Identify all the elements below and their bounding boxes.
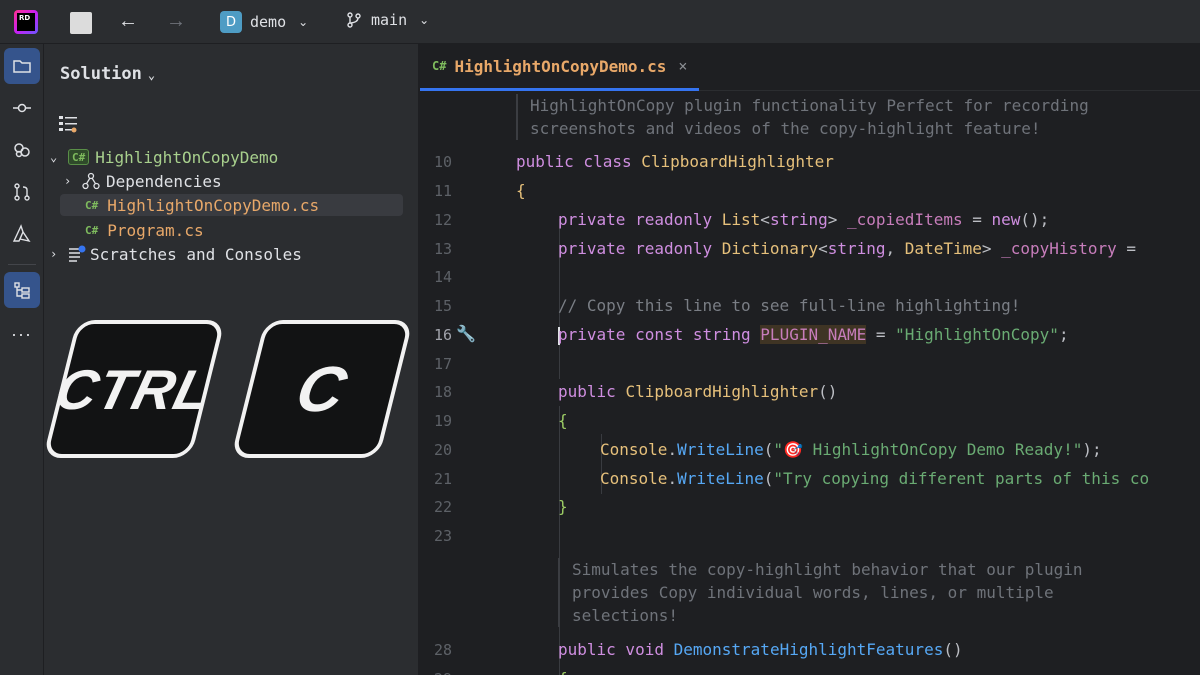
tree-item-label: HighlightOnCopyDemo <box>95 147 279 167</box>
line-number: 28 <box>433 641 452 659</box>
chevron-down-icon: ⌄ <box>419 13 430 27</box>
line-number: 15 <box>433 297 452 315</box>
strip-divider <box>8 264 36 265</box>
chevron-down-icon: ⌄ <box>298 15 309 29</box>
code-line-21: Console.WriteLine("Try copying different… <box>600 469 1150 488</box>
chevron-down-icon: ⌄ <box>50 150 58 164</box>
csharp-file-icon: C# <box>85 198 99 212</box>
packages-icon <box>14 143 30 158</box>
doc-comment-mid: Simulates the copy-highlight behavior th… <box>558 558 1083 627</box>
tree-item-label: HighlightOnCopyDemo.cs <box>107 195 320 215</box>
code-line-28: public void DemonstrateHighlightFeatures… <box>558 640 963 659</box>
tree-item-dependencies[interactable]: › Dependencies <box>64 170 222 192</box>
csharp-file-icon: C# <box>432 59 447 73</box>
line-number: 22 <box>433 498 452 516</box>
line-number: 21 <box>433 470 452 488</box>
indent-guide <box>559 406 560 675</box>
code-line-22: } <box>558 497 568 516</box>
code-line-15: // Copy this line to see full-line highl… <box>558 296 1021 315</box>
view-options-icon[interactable] <box>58 114 78 134</box>
code-editor[interactable]: C# HighlightOnCopyDemo.cs × HighlightOnC… <box>420 44 1200 675</box>
line-number: 13 <box>433 240 452 258</box>
code-line-10: public class ClipboardHighlighter <box>516 152 834 171</box>
editor-tab-bar: C# HighlightOnCopyDemo.cs × <box>420 44 1200 91</box>
code-line-29: { <box>558 669 568 675</box>
chevron-right-icon: › <box>50 247 58 261</box>
forward-arrow-icon[interactable]: → <box>166 10 186 33</box>
azure-icon <box>12 224 31 243</box>
folder-icon <box>13 60 31 73</box>
solution-header[interactable]: Solution ⌄ <box>60 64 155 84</box>
commit-tool-button[interactable] <box>4 90 40 126</box>
doc-comment-top: HighlightOnCopy plugin functionality Per… <box>516 94 1089 140</box>
line-number: 29 <box>420 670 452 675</box>
line-number-current: 16 <box>433 326 452 344</box>
project-name: demo <box>250 13 287 31</box>
dependencies-icon <box>82 172 100 190</box>
line-number: 18 <box>433 383 452 401</box>
git-branch-icon <box>347 12 361 28</box>
ctrl-key-label: CTRL <box>49 357 219 421</box>
azure-tool-button[interactable] <box>4 216 40 252</box>
branch-name: main <box>371 11 408 29</box>
branch-selector[interactable]: main ⌄ <box>345 11 429 29</box>
tree-item-highlight-file[interactable]: C# HighlightOnCopyDemo.cs <box>60 194 403 216</box>
line-number: 23 <box>433 527 452 545</box>
line-number: 10 <box>433 153 452 171</box>
main-menu-icon[interactable] <box>70 12 92 34</box>
code-line-12: private readonly List<string> _copiedIte… <box>558 210 1050 229</box>
structure-icon <box>14 282 30 299</box>
tree-item-project[interactable]: ⌄ C# HighlightOnCopyDemo <box>50 146 278 168</box>
chevron-down-icon: ⌄ <box>147 68 156 82</box>
tool-window-strip: ··· <box>0 44 44 675</box>
wrench-icon[interactable]: 🔧 <box>456 324 476 344</box>
csharp-file-icon: C# <box>85 223 99 237</box>
code-line-13: private readonly Dictionary<string, Date… <box>558 239 1136 258</box>
csharp-project-icon: C# <box>68 149 90 165</box>
line-number: 20 <box>433 441 452 459</box>
line-number: 12 <box>433 211 452 229</box>
code-line-16: private const string PLUGIN_NAME = "High… <box>558 325 1069 345</box>
solution-title: Solution <box>60 64 142 84</box>
project-badge: D <box>220 11 242 33</box>
line-number: 17 <box>433 355 452 373</box>
code-line-11: { <box>516 181 526 200</box>
back-arrow-icon[interactable]: ← <box>118 10 138 33</box>
chevron-right-icon: › <box>64 174 72 188</box>
nuget-tool-button[interactable] <box>4 132 40 168</box>
commit-icon <box>13 103 31 113</box>
editor-tab-active[interactable]: C# HighlightOnCopyDemo.cs × <box>420 44 700 91</box>
tree-item-label: Dependencies <box>106 171 222 191</box>
scratches-icon <box>69 245 86 262</box>
c-key-label: C <box>289 353 355 425</box>
code-line-18: public ClipboardHighlighter() <box>558 382 838 401</box>
code-line-20: Console.WriteLine("🎯 HighlightOnCopy Dem… <box>600 440 1102 459</box>
line-number: 11 <box>433 182 452 200</box>
tree-item-scratches[interactable]: › Scratches and Consoles <box>50 243 302 265</box>
tree-item-label: Program.cs <box>107 220 204 240</box>
project-selector[interactable]: D demo ⌄ <box>220 11 308 33</box>
title-bar: RD ← → D demo ⌄ main ⌄ <box>0 0 1200 44</box>
structure-tool-button[interactable] <box>4 272 40 308</box>
code-line-19: { <box>558 411 568 430</box>
tree-item-label: Scratches and Consoles <box>90 244 302 264</box>
more-icon[interactable]: ··· <box>11 324 32 345</box>
pull-requests-tool-button[interactable] <box>4 174 40 210</box>
rider-logo-icon[interactable]: RD <box>14 10 38 34</box>
line-number: 19 <box>433 412 452 430</box>
line-number: 14 <box>433 268 452 286</box>
project-tool-button[interactable] <box>4 48 40 84</box>
close-icon[interactable]: × <box>678 57 687 75</box>
tree-item-program-file[interactable]: C# Program.cs <box>82 219 204 241</box>
tab-title: HighlightOnCopyDemo.cs <box>454 56 667 76</box>
pull-request-icon <box>14 183 30 201</box>
